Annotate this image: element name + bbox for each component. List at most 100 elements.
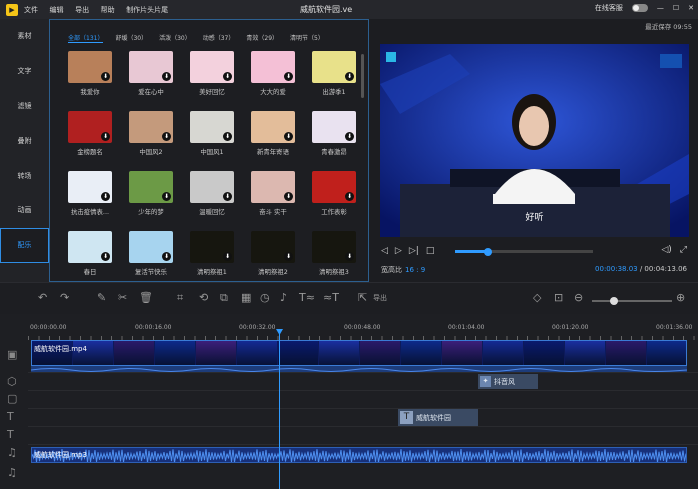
download-icon[interactable]: ⬇ [284, 252, 293, 261]
ruler-label: 00:00:32.00 [239, 324, 276, 331]
tab-soothing[interactable]: 舒缓（30） [115, 33, 147, 43]
menu-export[interactable]: 导出 [75, 6, 89, 14]
next-frame-icon[interactable]: ▷| [409, 246, 419, 256]
nav-item-text[interactable]: 文字 [0, 54, 49, 89]
download-icon[interactable]: ⬇ [284, 132, 293, 141]
tab-dynamic[interactable]: 动感（37） [203, 33, 235, 43]
nav-item-animation[interactable]: 动画 [0, 193, 49, 228]
maximize-icon[interactable]: ☐ [673, 4, 679, 12]
music-item[interactable]: ⬇ 温暖回忆 [190, 171, 234, 231]
time-ruler[interactable]: 00:00:00.00 00:00:16.00 00:00:32.00 00:0… [28, 320, 698, 340]
record-audio-icon[interactable]: ♪ [280, 291, 287, 304]
audio-clip[interactable]: 威航软件园.mp3 [31, 447, 687, 463]
video-frame-thumb [401, 341, 441, 365]
speech-to-text-icon[interactable]: ≈T [323, 291, 339, 304]
play-icon[interactable]: ▷ [395, 246, 402, 256]
zoom-in-icon[interactable]: ⊕ [676, 291, 685, 304]
music-item[interactable]: ⬇ 奋斗 实干 [251, 171, 295, 231]
music-item[interactable]: ⬇ 美好回忆 [190, 51, 234, 111]
video-clip[interactable]: 威航软件园.mp4 [31, 340, 687, 366]
download-icon[interactable]: ⬇ [345, 192, 354, 201]
download-icon[interactable]: ⬇ [162, 72, 171, 81]
download-icon[interactable]: ⬇ [345, 72, 354, 81]
stop-icon[interactable]: □ [426, 246, 435, 256]
text-clip[interactable]: T 威航软件园 [398, 409, 478, 426]
download-icon[interactable]: ⬇ [162, 252, 171, 261]
zoom-slider[interactable] [592, 297, 672, 305]
music-item[interactable]: ⬇ 青春激昂 [312, 111, 356, 171]
download-icon[interactable]: ⬇ [223, 252, 232, 261]
download-icon[interactable]: ⬇ [101, 72, 110, 81]
effect-clip[interactable]: ✦ 抖音风 [478, 374, 538, 389]
music-item[interactable]: ⬇ 大大的爱 [251, 51, 295, 111]
download-icon[interactable]: ⬇ [345, 132, 354, 141]
download-icon[interactable]: ⬇ [345, 252, 354, 261]
close-icon[interactable]: ✕ [688, 4, 694, 12]
download-icon[interactable]: ⬇ [223, 132, 232, 141]
speed-icon[interactable]: ◷ [260, 291, 270, 304]
nav-item-overlay[interactable]: 叠附 [0, 123, 49, 158]
download-icon[interactable]: ⬇ [101, 252, 110, 261]
download-icon[interactable]: ⬇ [101, 192, 110, 201]
nav-item-material[interactable]: 素材 [0, 19, 49, 54]
fit-icon[interactable]: ⊡ [554, 291, 563, 304]
mosaic-icon[interactable]: ▦ [241, 291, 251, 304]
tab-qingming[interactable]: 清明节（5） [290, 33, 324, 43]
download-icon[interactable]: ⬇ [162, 132, 171, 141]
playhead[interactable] [279, 329, 280, 489]
crop-icon[interactable]: ⌗ [177, 291, 183, 305]
fullscreen-icon[interactable]: ⤢ [680, 245, 687, 255]
menu-intro-outro[interactable]: 制作片头片尾 [126, 6, 168, 14]
split-icon[interactable]: ✂ [118, 291, 127, 304]
marker-icon[interactable]: ◇ [533, 291, 541, 304]
nav-item-filter[interactable]: 滤镜 [0, 89, 49, 124]
edit-icon[interactable]: ✎ [97, 291, 106, 304]
music-item[interactable]: ⬇ 金榜题名 [68, 111, 112, 171]
minimize-icon[interactable]: — [657, 4, 664, 12]
menu-file[interactable]: 文件 [24, 6, 38, 14]
download-icon[interactable]: ⬇ [223, 72, 232, 81]
download-icon[interactable]: ⬇ [162, 192, 171, 201]
tab-lively[interactable]: 活泼（30） [159, 33, 191, 43]
download-icon[interactable]: ⬇ [101, 132, 110, 141]
aspect-ratio[interactable]: 宽高比 16 : 9 [381, 265, 425, 275]
music-item[interactable]: ⬇ 少年的梦 [129, 171, 173, 231]
download-icon[interactable]: ⬇ [284, 72, 293, 81]
menu-help[interactable]: 帮助 [101, 6, 115, 14]
download-icon[interactable]: ⬇ [284, 192, 293, 201]
music-item[interactable]: ⬇ 中国风1 [190, 111, 234, 171]
playback-progress[interactable] [455, 247, 593, 256]
rotate-icon[interactable]: ⟲ [199, 291, 208, 304]
library-scrollbar[interactable] [361, 54, 364, 98]
music-item[interactable]: ⬇ 我爱你 [68, 51, 112, 111]
music-item-label: 工作表彰 [321, 208, 347, 216]
music-item[interactable]: ⬇ 爱在心中 [129, 51, 173, 111]
zoom-handle[interactable] [609, 297, 618, 305]
progress-handle[interactable] [484, 247, 493, 256]
zoom-out-icon[interactable]: ⊖ [574, 291, 583, 304]
music-item[interactable]: ⬇ 中国风2 [129, 111, 173, 171]
online-service-link[interactable]: 在线客服 [595, 3, 623, 13]
tab-all[interactable]: 全部（131） [68, 33, 104, 43]
theme-toggle[interactable] [631, 4, 648, 12]
download-icon[interactable]: ⬇ [223, 192, 232, 201]
export-icon[interactable]: ⇱ [358, 291, 367, 304]
tab-youth[interactable]: 青效（29） [246, 33, 278, 43]
video-preview[interactable]: 好听 [380, 44, 689, 237]
menu-edit[interactable]: 编辑 [50, 6, 64, 14]
nav-item-music[interactable]: 配乐 [0, 227, 49, 263]
undo-icon[interactable]: ↶ [38, 291, 47, 304]
music-item[interactable]: ⬇ 抗击疫情表... [68, 171, 112, 231]
redo-icon[interactable]: ↷ [60, 291, 69, 304]
text-to-speech-icon[interactable]: T≈ [299, 291, 315, 304]
freeze-icon[interactable]: ⧉ [220, 291, 228, 305]
prev-frame-icon[interactable]: ◁ [381, 246, 388, 256]
last-saved-label: 最近保存 09:55 [645, 23, 692, 31]
nav-item-transition[interactable]: 转场 [0, 158, 49, 193]
music-item[interactable]: ⬇ 新青年寄语 [251, 111, 295, 171]
export-button[interactable]: 导出 [373, 293, 387, 303]
delete-icon[interactable]: 🗑 [139, 291, 153, 304]
music-item[interactable]: ⬇ 出游季1 [312, 51, 356, 111]
music-item[interactable]: ⬇ 工作表彰 [312, 171, 356, 231]
volume-icon[interactable]: ◁) [661, 245, 671, 255]
